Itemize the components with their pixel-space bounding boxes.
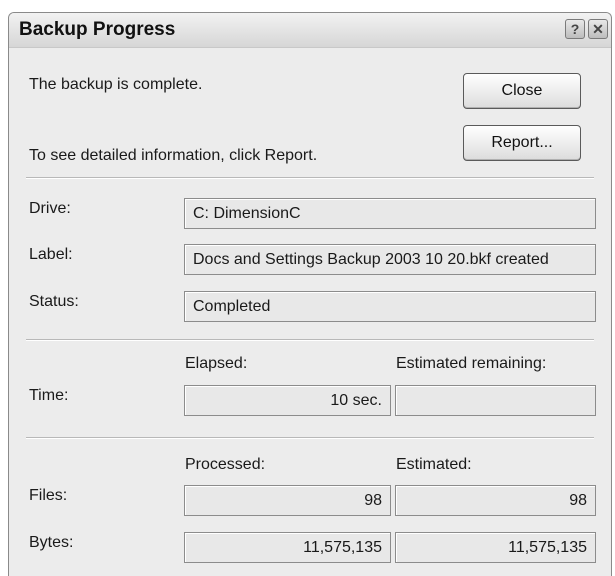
dialog-title: Backup Progress <box>19 19 176 40</box>
files-processed-field: 98 <box>184 485 391 516</box>
remaining-time-field <box>395 385 596 416</box>
status-label: Status: <box>29 293 79 310</box>
bytes-label: Bytes: <box>29 534 74 551</box>
title-bar[interactable]: Backup Progress ? ✕ <box>9 13 611 48</box>
estimated-header: Estimated: <box>396 456 472 473</box>
help-button[interactable]: ? <box>565 19 585 39</box>
report-hint: To see detailed information, click Repor… <box>29 147 318 164</box>
processed-header: Processed: <box>185 456 266 473</box>
label-field: Docs and Settings Backup 2003 10 20.bkf … <box>184 244 596 275</box>
drive-label: Drive: <box>29 200 71 217</box>
report-button[interactable]: Report... <box>463 125 581 161</box>
remaining-header: Estimated remaining: <box>396 355 547 372</box>
backup-progress-dialog: Backup Progress ? ✕ The backup is comple… <box>8 12 612 576</box>
bytes-processed-field: 11,575,135 <box>184 532 391 563</box>
close-button[interactable]: Close <box>463 73 581 109</box>
close-icon: ✕ <box>592 20 604 37</box>
bytes-estimated-field: 11,575,135 <box>395 532 596 563</box>
close-window-button[interactable]: ✕ <box>588 19 608 39</box>
elapsed-header: Elapsed: <box>185 355 248 372</box>
separator <box>26 177 594 179</box>
label-label: Label: <box>29 246 73 263</box>
help-icon: ? <box>570 21 580 37</box>
elapsed-time-field: 10 sec. <box>184 385 391 416</box>
separator <box>26 437 594 439</box>
time-label: Time: <box>29 387 69 404</box>
drive-field: C: DimensionC <box>184 198 596 229</box>
files-estimated-field: 98 <box>395 485 596 516</box>
files-label: Files: <box>29 487 68 504</box>
complete-message: The backup is complete. <box>29 76 203 93</box>
separator <box>26 339 594 341</box>
status-field: Completed <box>184 291 596 322</box>
